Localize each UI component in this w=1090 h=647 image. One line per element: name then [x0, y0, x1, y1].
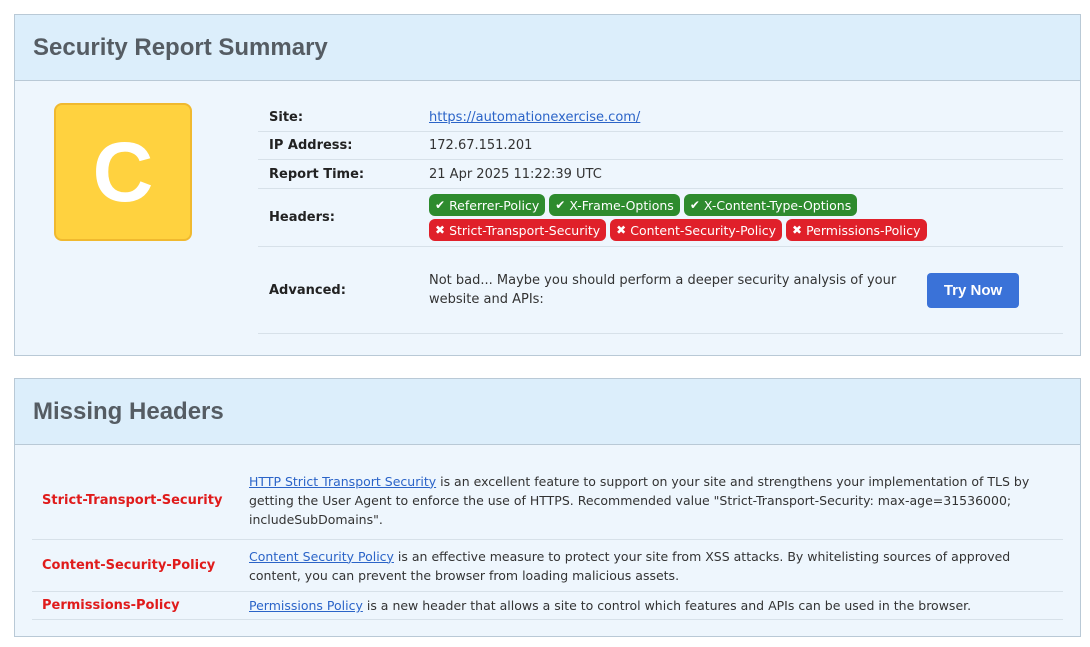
header-name: X-Frame-Options [569, 197, 674, 213]
summary-header: Security Report Summary [15, 15, 1080, 81]
header-name: Referrer-Policy [449, 197, 540, 213]
header-doc-link[interactable]: Permissions Policy [249, 598, 363, 613]
header-name: Content-Security-Policy [630, 222, 777, 238]
advanced-row: Advanced: Not bad... Maybe you should pe… [258, 247, 1063, 334]
header-name: Permissions-Policy [806, 222, 921, 238]
missing-header-name: Content-Security-Policy [42, 558, 216, 573]
missing-header-row: Permissions-Policy Permissions Policy is … [32, 592, 1063, 620]
header-name: Strict-Transport-Security [449, 222, 601, 238]
header-name: X-Content-Type-Options [703, 197, 852, 213]
advanced-text: Not bad... Maybe you should perform a de… [429, 273, 897, 307]
header-present-badge: ✔ Referrer-Policy [429, 194, 546, 216]
headers-label: Headers: [269, 210, 335, 225]
check-icon: ✔ [689, 198, 700, 212]
missing-header-row: Strict-Transport-Security HTTP Strict Tra… [32, 461, 1063, 540]
ip-label: IP Address: [269, 138, 353, 153]
header-doc-link[interactable]: HTTP Strict Transport Security [249, 474, 436, 489]
check-icon: ✔ [555, 198, 566, 212]
missing-header-name: Permissions-Policy [42, 598, 180, 613]
time-value: 21 Apr 2025 11:22:39 UTC [429, 166, 602, 182]
time-row: Report Time: 21 Apr 2025 11:22:39 UTC [258, 160, 1063, 189]
missing-header-description: Permissions Policy is a new header that … [249, 592, 1063, 619]
try-now-button[interactable]: Try Now [927, 272, 1019, 308]
header-present-badge: ✔ X-Frame-Options [549, 194, 680, 216]
summary-title: Security Report Summary [33, 33, 328, 61]
cross-icon: ✖ [435, 223, 446, 237]
cross-icon: ✖ [616, 223, 627, 237]
report-info-table: Site: https://automationexercise.com/ IP… [258, 103, 1063, 334]
missing-header-name: Strict-Transport-Security [42, 492, 223, 508]
site-row: Site: https://automationexercise.com/ [258, 103, 1063, 132]
site-label: Site: [269, 109, 304, 125]
ip-value: 172.67.151.201 [429, 138, 533, 153]
check-icon: ✔ [435, 198, 446, 212]
missing-headers-table: Strict-Transport-Security HTTP Strict Tra… [32, 461, 1063, 620]
description-text: is a new header that allows a site to co… [362, 598, 972, 613]
grade-badge: C [54, 103, 192, 241]
cross-icon: ✖ [792, 223, 803, 237]
header-badges: ✔ Referrer-Policy ✔ X-Frame-Options ✔ X-Conte… [429, 194, 959, 241]
missing-headers-panel: Missing Headers Strict-Transport-Securit… [14, 378, 1081, 637]
missing-header: Missing Headers [15, 379, 1080, 445]
time-label: Report Time: [269, 166, 365, 182]
headers-row: Headers: ✔ Referrer-Policy ✔ X-Frame-Option… [258, 189, 1063, 247]
missing-header-row: Content-Security-Policy Content Security … [32, 540, 1063, 592]
ip-row: IP Address: 172.67.151.201 [258, 132, 1063, 160]
header-missing-badge: ✖ Permissions-Policy [786, 219, 927, 241]
missing-header-description: HTTP Strict Transport Security is an exc… [249, 468, 1063, 533]
header-missing-badge: ✖ Strict-Transport-Security [429, 219, 607, 241]
advanced-label: Advanced: [269, 282, 346, 298]
site-link[interactable]: https://automationexercise.com/ [429, 110, 640, 125]
header-present-badge: ✔ X-Content-Type-Options [683, 194, 858, 216]
missing-title: Missing Headers [33, 397, 224, 425]
header-doc-link[interactable]: Content Security Policy [249, 549, 394, 564]
header-missing-badge: ✖ Content-Security-Policy [610, 219, 783, 241]
grade-letter: C [92, 124, 154, 219]
security-report-summary-panel: Security Report Summary C Site: https://… [14, 14, 1081, 356]
missing-header-description: Content Security Policy is an effective … [249, 543, 1063, 589]
